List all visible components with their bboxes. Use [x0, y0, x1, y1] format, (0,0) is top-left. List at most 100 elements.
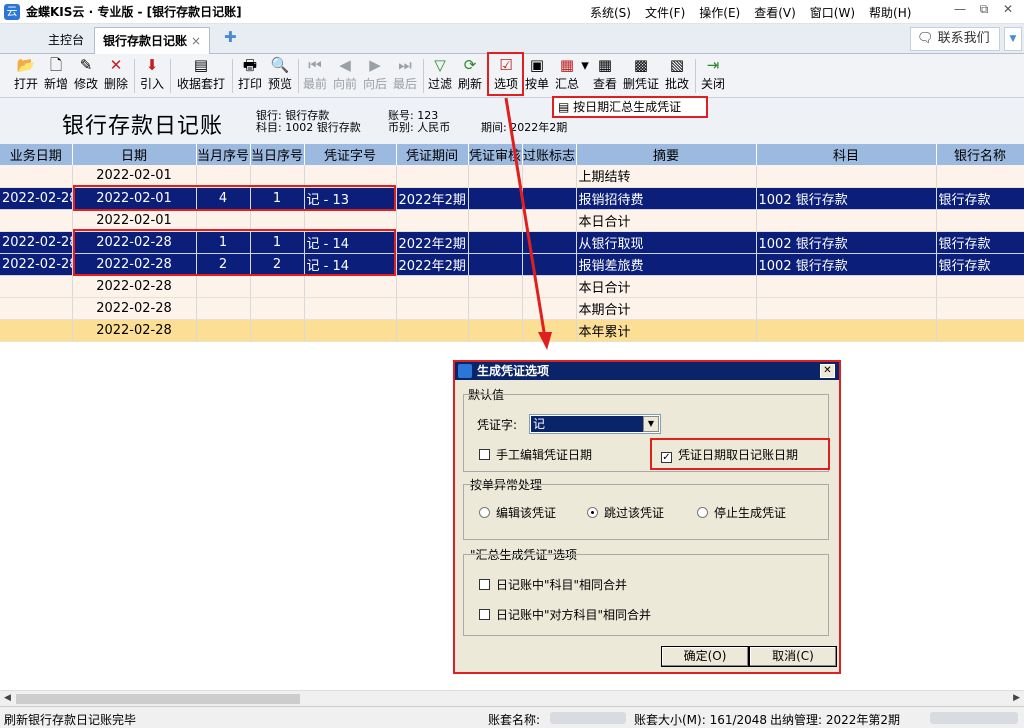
filter-button[interactable]: ▽ 过滤 [426, 54, 454, 98]
menu-window[interactable]: 窗口(W) [810, 4, 855, 21]
last-icon: ⏭ [398, 56, 412, 74]
delete-voucher-button[interactable]: ▩ 删凭证 [621, 54, 661, 98]
radio-icon [697, 507, 708, 518]
print-button[interactable]: 🖶 打印 [236, 54, 264, 98]
cell-bank-name: 银行存款 [936, 231, 1024, 254]
scroll-thumb[interactable] [16, 694, 300, 704]
tab-bank-journal[interactable]: 银行存款日记账 × [94, 27, 211, 54]
import-button[interactable]: ⬇ 引入 [138, 54, 166, 98]
dialog-close-icon[interactable]: ✕ [820, 364, 835, 378]
cell-voucher-no [304, 297, 397, 320]
close-window-icon[interactable]: ✕ [996, 2, 1020, 17]
cell-voucher-audit [468, 209, 523, 232]
new-button[interactable]: 🗋 新增 [42, 54, 70, 98]
table-row[interactable]: 2022-02-01 本日合计 [0, 209, 1024, 232]
last-button[interactable]: ⏭ 最后 [391, 54, 419, 98]
col-day-seq[interactable]: 当日序号 [250, 144, 305, 165]
cell-day-seq [250, 209, 305, 232]
horizontal-scrollbar[interactable]: ◀ ▶ [0, 690, 1024, 706]
close-button[interactable]: ⇥ 关闭 [699, 54, 727, 98]
cell-subject [756, 165, 937, 188]
view-button[interactable]: ▦ 查看 [591, 54, 619, 98]
col-bank-name[interactable]: 银行名称 [936, 144, 1024, 165]
cell-bank-name: 银行存款 [936, 187, 1024, 210]
tab-console[interactable]: 主控台 [40, 27, 92, 54]
receipt-template-button[interactable]: ▤ 收据套打 [174, 54, 228, 98]
col-business-date[interactable]: 业务日期 [0, 144, 73, 165]
cancel-button[interactable]: 取消(C) [749, 646, 837, 667]
first-icon: ⏮ [308, 56, 322, 74]
contact-us-button[interactable]: 🗨 联系我们 [910, 27, 1000, 51]
exit-icon: ⇥ [706, 56, 720, 74]
cell-date: 2022-02-01 [72, 165, 197, 188]
first-button[interactable]: ⏮ 最前 [301, 54, 329, 98]
subject-info: 科目: 1002 银行存款 [256, 121, 361, 134]
col-subject[interactable]: 科目 [756, 144, 937, 165]
ok-button[interactable]: 确定(O) [661, 646, 749, 667]
radio-stop-generating[interactable]: 停止生成凭证 [697, 504, 786, 521]
cell-voucher-period: 2022年2期 [396, 253, 469, 276]
open-button[interactable]: 📂 打开 [12, 54, 40, 98]
restore-icon[interactable]: ⧉ [972, 2, 996, 17]
table-row[interactable]: 2022-02-28 本日合计 [0, 275, 1024, 298]
cell-business-date [0, 319, 73, 342]
next-button[interactable]: ▶ 向后 [361, 54, 389, 98]
by-voucher-button[interactable]: ▣ 按单 [523, 54, 551, 98]
menu-view[interactable]: 查看(V) [754, 4, 796, 21]
add-tab-icon[interactable]: ✚ [224, 28, 237, 46]
col-voucher-audit[interactable]: 凭证审核 [468, 144, 523, 165]
prev-button[interactable]: ◀ 向前 [331, 54, 359, 98]
col-summary[interactable]: 摘要 [576, 144, 757, 165]
radio-selected-icon [587, 507, 598, 518]
voucher-summary-icon: ▤ [558, 100, 570, 114]
generate-voucher-by-date-menuitem[interactable]: ▤ 按日期汇总生成凭证 [552, 96, 708, 118]
voucher-word-select[interactable]: 记 ▼ [529, 414, 661, 434]
batch-edit-button[interactable]: ▧ 批改 [663, 54, 691, 98]
chevron-down-icon[interactable]: ▼ [1004, 27, 1022, 51]
col-voucher-period[interactable]: 凭证期间 [396, 144, 469, 165]
dialog-title-bar: 生成凭证选项 ✕ [455, 362, 839, 380]
cell-month-seq [196, 319, 251, 342]
table-row[interactable]: 2022-02-01 上期结转 [0, 165, 1024, 188]
summary-button[interactable]: ▦ 汇总 [553, 54, 581, 98]
col-posted-flag[interactable]: 过账标志 [522, 144, 577, 165]
title-bar: 云 金蝶KIS云 · 专业版 - [银行存款日记账] 系统(S) 文件(F) 操… [0, 0, 1024, 24]
radio-edit-voucher[interactable]: 编辑该凭证 [479, 504, 556, 521]
menu-file[interactable]: 文件(F) [645, 4, 685, 21]
refresh-button[interactable]: ⟳ 刷新 [456, 54, 484, 98]
cell-voucher-period [396, 165, 469, 188]
toolbar-divider [134, 59, 135, 93]
scroll-left-icon[interactable]: ◀ [4, 693, 11, 703]
menu-operation[interactable]: 操作(E) [699, 4, 740, 21]
receipt-icon: ▤ [193, 56, 209, 74]
cell-month-seq [196, 165, 251, 188]
cell-date: 2022-02-28 [72, 297, 197, 320]
col-date[interactable]: 日期 [72, 144, 197, 165]
tab-close-icon[interactable]: × [191, 34, 201, 48]
voucher-word-label: 凭证字: [477, 418, 518, 432]
table-row[interactable]: 2022-02-28 本年累计 [0, 319, 1024, 342]
combo-dropdown-icon[interactable]: ▼ [643, 416, 659, 432]
radio-skip-voucher[interactable]: 跳过该凭证 [587, 504, 664, 521]
col-voucher-no[interactable]: 凭证字号 [304, 144, 397, 165]
cell-subject [756, 275, 937, 298]
merge-subject-checkbox[interactable]: 日记账中"科目"相同合并 [479, 576, 627, 593]
col-month-seq[interactable]: 当月序号 [196, 144, 251, 165]
menu-system[interactable]: 系统(S) [590, 4, 631, 21]
cell-summary: 本日合计 [576, 209, 757, 232]
delete-button[interactable]: ✕ 删除 [102, 54, 130, 98]
checkbox-icon [479, 609, 490, 620]
menu-help[interactable]: 帮助(H) [869, 4, 911, 21]
scroll-right-icon[interactable]: ▶ [1013, 693, 1020, 703]
merge-contra-subject-checkbox[interactable]: 日记账中"对方科目"相同合并 [479, 606, 651, 623]
edit-button[interactable]: ✎ 修改 [72, 54, 100, 98]
summary-dropdown-icon[interactable]: ▾ [581, 54, 589, 98]
cell-voucher-period [396, 209, 469, 232]
preview-button[interactable]: 🔍 预览 [266, 54, 294, 98]
report-title: 银行存款日记账 [62, 114, 224, 139]
manual-edit-date-checkbox[interactable]: 手工编辑凭证日期 [479, 446, 592, 463]
minimize-icon[interactable]: — [948, 2, 972, 17]
checkbox-icon [479, 449, 490, 460]
toolbar-divider [298, 59, 299, 93]
table-row[interactable]: 2022-02-28 本期合计 [0, 297, 1024, 320]
